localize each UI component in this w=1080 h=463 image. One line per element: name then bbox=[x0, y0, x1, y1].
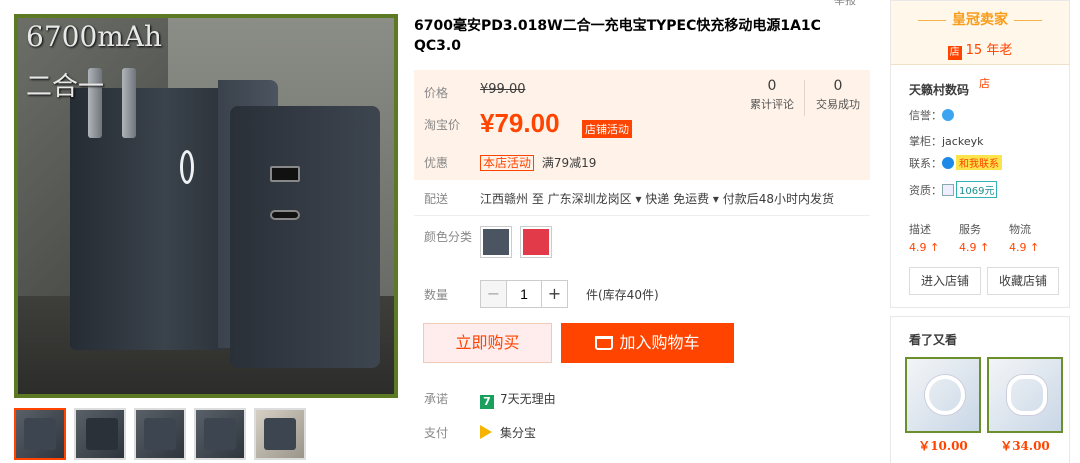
contact-me-badge[interactable]: 和我联系 bbox=[956, 155, 1002, 170]
also-viewed-price: ￥34.00 bbox=[1000, 439, 1050, 453]
main-product-image[interactable]: 6700mAh 二合一 bbox=[14, 14, 398, 398]
charger-left bbox=[70, 68, 228, 350]
current-price: ¥79.00 bbox=[480, 108, 560, 138]
shop-name-badge: 店 bbox=[979, 77, 990, 90]
product-title: 6700毫安PD3.018W二合一充电宝TYPEC快充移动电源1A1C QC3.… bbox=[414, 18, 821, 54]
favorite-store-button[interactable]: 收藏店铺 bbox=[987, 267, 1059, 295]
delivery-text[interactable]: 江西赣州 至 广东深圳龙岗区 ▾ 快递 免运费 ▾ 付款后48小时内发货 bbox=[480, 190, 834, 207]
score-description: 描述 4.9 ↑ bbox=[909, 223, 940, 254]
seven-day-icon: 7 bbox=[480, 395, 494, 409]
original-price: ¥99.00 bbox=[480, 82, 526, 97]
thumbnail[interactable] bbox=[194, 408, 246, 460]
also-viewed-item[interactable]: ￥34.00 bbox=[987, 357, 1063, 454]
price-box: 价格 ¥99.00 淘宝价 ¥79.00 店铺活动 0 累计评论 0 交易成功 bbox=[414, 70, 870, 142]
report-link[interactable]: 举报 bbox=[834, 0, 856, 8]
add-to-cart-button[interactable]: 加入购物车 bbox=[561, 323, 734, 363]
stat-divider bbox=[804, 80, 805, 116]
price-label: 价格 bbox=[424, 86, 449, 100]
shop-panel: 皇冠卖家 店 15 年老 天籁村数码 店 信誉： 掌柜：jackeyk 联系： 和我… bbox=[890, 0, 1070, 308]
tb-price-label: 淘宝价 bbox=[424, 118, 461, 132]
minus-button[interactable]: − bbox=[481, 281, 507, 307]
also-viewed-title: 看了又看 bbox=[909, 333, 958, 347]
credit-icon[interactable] bbox=[942, 109, 954, 121]
store-activity-tag: 本店活动 bbox=[480, 155, 535, 171]
license-icon[interactable] bbox=[942, 184, 954, 196]
credit-line: 信誉： bbox=[909, 107, 954, 123]
charger-right bbox=[230, 106, 380, 368]
overlay-capacity: 6700mAh bbox=[26, 20, 163, 53]
promotion-text: 满79减19 bbox=[541, 156, 597, 170]
led-ring bbox=[180, 150, 194, 184]
cart-icon bbox=[595, 336, 614, 350]
payment-row: 支付 集分宝 bbox=[424, 425, 537, 440]
thumbnail[interactable] bbox=[74, 408, 126, 460]
crown-seller-title: 皇冠卖家 bbox=[952, 12, 1008, 28]
jifenbao-icon bbox=[480, 425, 492, 439]
promo-tag: 店铺活动 bbox=[582, 120, 632, 138]
keeper-line: 掌柜：jackeyk bbox=[909, 135, 984, 148]
crown-header: 皇冠卖家 店 15 年老 bbox=[891, 1, 1069, 65]
review-count[interactable]: 0 累计评论 bbox=[742, 78, 802, 112]
color-swatch-red[interactable] bbox=[520, 226, 552, 258]
quantity-stepper: − + bbox=[480, 280, 568, 308]
buy-now-button[interactable]: 立即购买 bbox=[423, 323, 552, 363]
product-photo: 6700mAh 二合一 bbox=[18, 18, 394, 394]
plus-button[interactable]: + bbox=[541, 281, 567, 307]
deposit-badge[interactable]: 1069元 bbox=[956, 181, 998, 198]
enter-store-button[interactable]: 进入店铺 bbox=[909, 267, 981, 295]
color-swatch-gray[interactable] bbox=[480, 226, 512, 258]
thumbnail[interactable] bbox=[254, 408, 306, 460]
thumbnail-strip bbox=[14, 408, 306, 460]
also-viewed-panel: 看了又看 ￥10.00 ￥34.00 bbox=[890, 316, 1070, 463]
sales-count: 0 交易成功 bbox=[816, 78, 860, 111]
payment-text[interactable]: 集分宝 bbox=[500, 426, 536, 440]
assurance-row: 承诺 7 7天无理由 bbox=[424, 392, 556, 409]
quantity-row: 数量 − + 件(库存40件) bbox=[414, 280, 870, 310]
also-viewed-image[interactable] bbox=[905, 357, 981, 433]
shop-scores: 描述 4.9 ↑ 服务 4.9 ↑ 物流 4.9 ↑ bbox=[909, 221, 1059, 254]
shop-name[interactable]: 天籁村数码 bbox=[909, 81, 969, 98]
wangwang-icon[interactable] bbox=[942, 157, 954, 169]
score-logistics: 物流 4.9 ↑ bbox=[1009, 223, 1040, 254]
stock-text: 件(库存40件) bbox=[586, 288, 659, 302]
qualification-line: 资质： 1069元 bbox=[909, 181, 998, 198]
usb-a-port bbox=[270, 166, 300, 182]
thumbnail[interactable] bbox=[134, 408, 186, 460]
shop-buttons: 进入店铺 收藏店铺 bbox=[909, 267, 1059, 295]
plug-prong bbox=[122, 68, 136, 138]
assurance-text[interactable]: 7天无理由 bbox=[500, 392, 556, 406]
store-icon: 店 bbox=[947, 46, 962, 60]
usb-c-port bbox=[270, 210, 300, 220]
keeper-name[interactable]: jackeyk bbox=[942, 135, 983, 148]
score-service: 服务 4.9 ↑ bbox=[959, 223, 990, 254]
also-viewed-image[interactable] bbox=[987, 357, 1063, 433]
delivery-row: 配送 江西赣州 至 广东深圳龙岗区 ▾ 快递 免运费 ▾ 付款后48小时内发货 bbox=[414, 184, 870, 216]
promotion-row: 优惠 本店活动 满79减19 bbox=[414, 142, 870, 180]
color-row: 颜色分类 bbox=[414, 226, 870, 266]
also-viewed-price: ￥10.00 bbox=[918, 439, 968, 453]
thumbnail[interactable] bbox=[14, 408, 66, 460]
contact-line: 联系： 和我联系 bbox=[909, 155, 1002, 171]
store-age: 15 年老 bbox=[965, 43, 1013, 58]
overlay-two-in-one: 二合一 bbox=[26, 72, 105, 102]
also-viewed-item[interactable]: ￥10.00 bbox=[905, 357, 981, 454]
quantity-input[interactable] bbox=[507, 281, 541, 307]
